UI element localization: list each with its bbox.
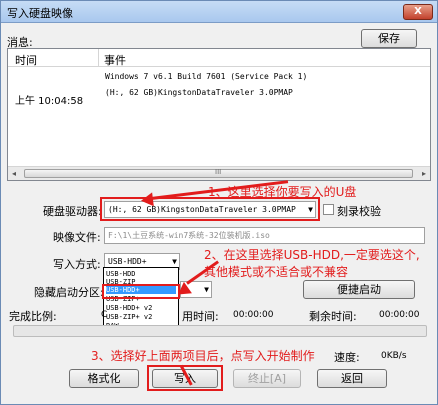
write-mode-option[interactable]: USB-HDD+ v2 xyxy=(106,304,176,312)
image-file-label: 映像文件: xyxy=(53,231,101,244)
annotation-step-1: 1、这里选择你要写入的U盘 xyxy=(208,185,357,199)
grip-icon: III xyxy=(215,168,222,176)
log-time-2: 上午 10:04:58 xyxy=(15,96,84,107)
annotation-step-2-line-1: 2、在这里选择USB-HDD,一定要选这个, xyxy=(204,248,420,262)
annotation-step-3: 3、选择好上面两项目后，点写入开始制作 xyxy=(91,349,315,363)
convenient-boot-button[interactable]: 便捷启动 xyxy=(303,280,415,299)
hidden-partition-label: 隐藏启动分区: xyxy=(34,286,104,299)
elapsed-value: 00:00:00 xyxy=(233,310,274,320)
speed-value: 0KB/s xyxy=(381,351,407,361)
write-mode-option[interactable]: USB-ZIP+ v2 xyxy=(106,313,176,321)
title-bar: 写入硬盘映像 X xyxy=(1,1,437,23)
stop-button[interactable]: 终止[A] xyxy=(233,369,301,388)
format-button[interactable]: 格式化 xyxy=(69,369,139,388)
write-mode-option[interactable]: USB-HDD xyxy=(106,270,176,278)
log-column-time[interactable]: 时间 xyxy=(15,52,37,68)
column-divider[interactable] xyxy=(98,49,99,67)
drive-highlight-box xyxy=(100,197,320,221)
remaining-value: 00:00:00 xyxy=(379,310,420,320)
chevron-down-icon[interactable]: ▼ xyxy=(204,282,209,297)
complete-value: C xyxy=(101,310,108,320)
complete-label: 完成比例: xyxy=(9,310,57,323)
elapsed-label: 用时间: xyxy=(182,310,219,323)
log-event-1: Windows 7 v6.1 Build 7601 (Service Pack … xyxy=(105,72,308,81)
arrow-left-icon xyxy=(140,192,154,208)
write-mode-value: USB-HDD+ xyxy=(108,257,147,266)
verify-label: 刻录校验 xyxy=(337,205,381,218)
image-file-field[interactable]: F:\1\土豆系统-win7系统-32位装机版.iso xyxy=(104,227,425,244)
write-mode-dropdown-list[interactable]: USB-HDD USB-ZIP USB-HDD+ USB-ZIP+ USB-HD… xyxy=(103,267,179,331)
speed-label: 速度: xyxy=(334,351,360,364)
back-button[interactable]: 返回 xyxy=(317,369,387,388)
horizontal-scrollbar[interactable]: ◂ III ▸ xyxy=(8,166,430,180)
usb-hdd-highlight-box xyxy=(102,284,180,299)
drive-label: 硬盘驱动器: xyxy=(43,205,102,218)
annotation-step-2-line-2: 其他模式或不适合或不兼容 xyxy=(204,265,349,279)
scroll-right-icon[interactable]: ▸ xyxy=(422,169,426,178)
window-title: 写入硬盘映像 xyxy=(7,7,73,20)
message-log: 时间 事件 Windows 7 v6.1 Build 7601 (Service… xyxy=(7,48,431,181)
verify-checkbox[interactable] xyxy=(323,204,334,215)
log-event-2: (H:, 62 GB)KingstonDataTraveler 3.0PMAP xyxy=(105,88,293,97)
progress-bar xyxy=(13,325,427,337)
write-mode-label: 写入方式: xyxy=(53,258,101,271)
scrollbar-thumb[interactable]: III xyxy=(24,168,413,178)
log-header: 时间 事件 xyxy=(8,49,430,67)
log-column-event[interactable]: 事件 xyxy=(104,52,126,68)
write-disk-image-window: 写入硬盘映像 X 消息: 保存 时间 事件 Windows 7 v6.1 Bui… xyxy=(0,0,438,405)
close-button[interactable]: X xyxy=(403,4,433,20)
save-button[interactable]: 保存 xyxy=(361,29,417,48)
remaining-label: 剩余时间: xyxy=(309,310,357,323)
scroll-left-icon[interactable]: ◂ xyxy=(12,169,16,178)
